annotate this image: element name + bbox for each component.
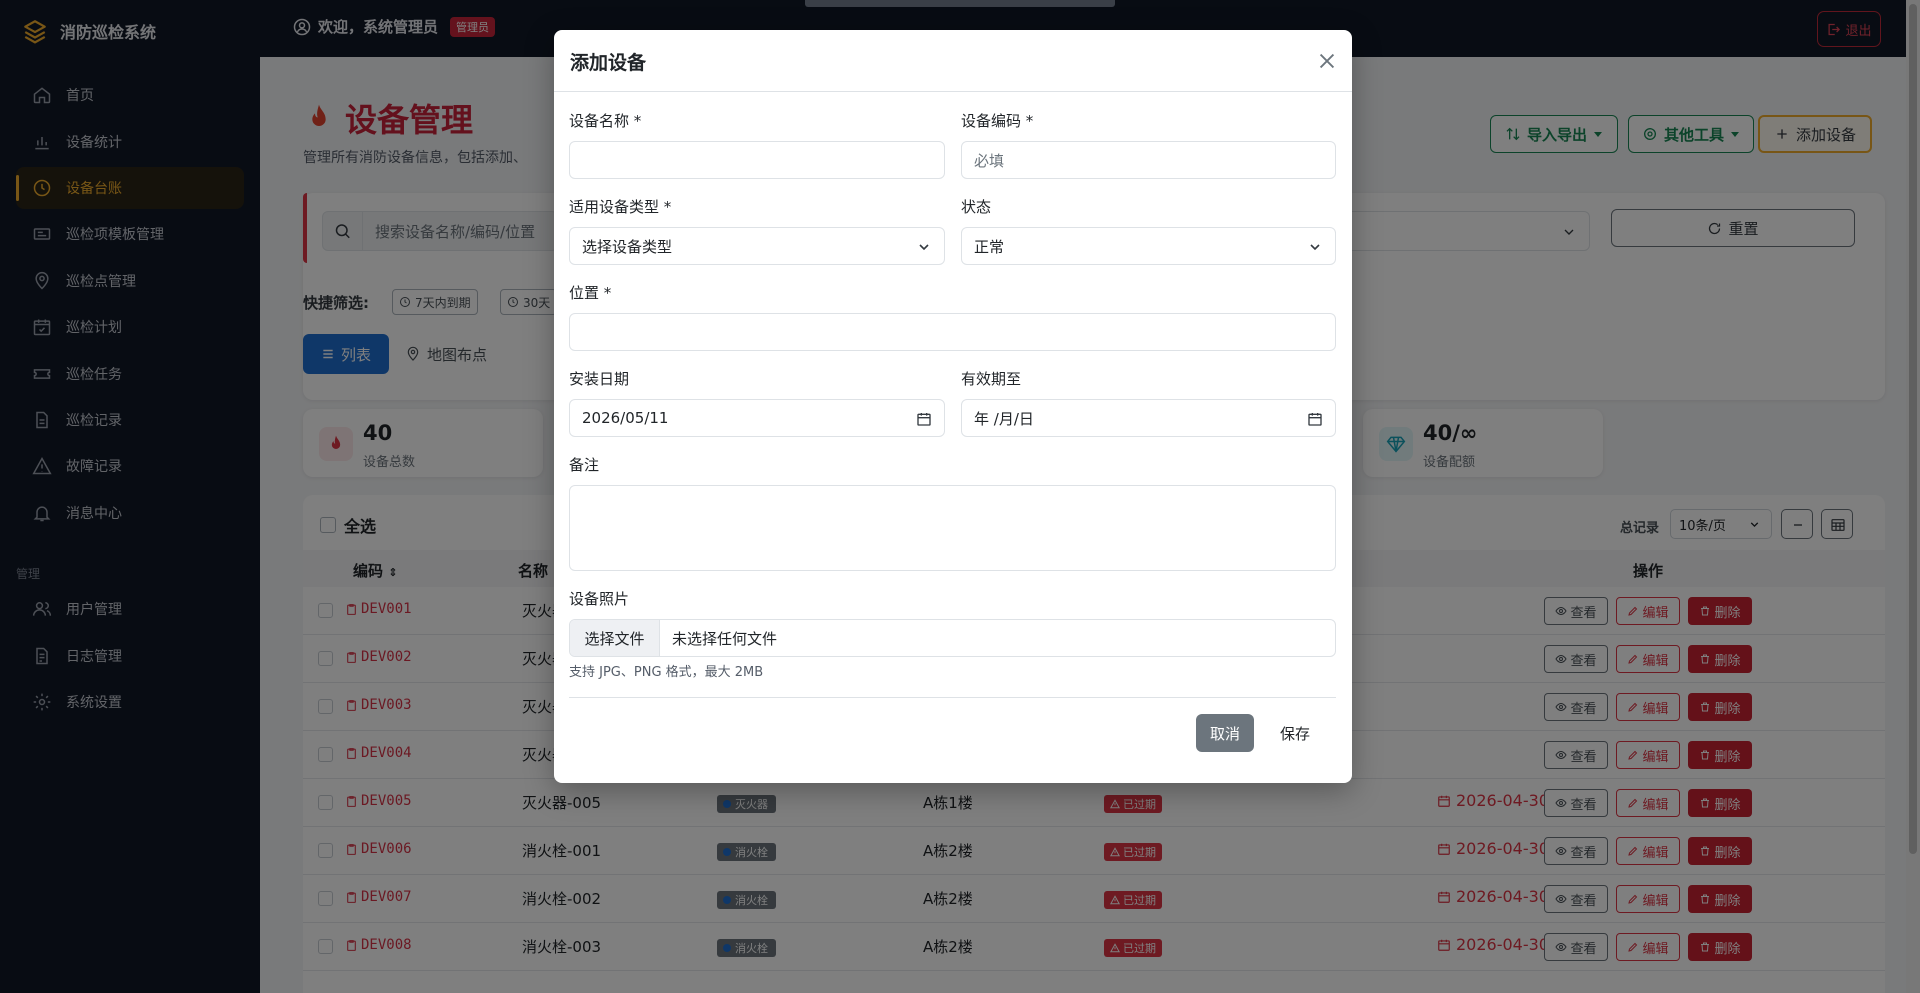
location-input[interactable] (569, 313, 1336, 351)
photo-file-input[interactable]: 选择文件 未选择任何文件 (569, 619, 1336, 657)
device-name-input[interactable] (569, 141, 945, 179)
close-icon[interactable] (1316, 50, 1338, 72)
install-date-label: 安装日期 (569, 370, 630, 388)
calendar-icon[interactable] (1307, 411, 1323, 427)
cancel-button[interactable]: 取消 (1196, 714, 1254, 752)
photo-label: 设备照片 (569, 590, 630, 608)
valid-until-value: 年 /月/日 (974, 409, 1034, 428)
device-code-label: 设备编码 * (961, 112, 1034, 130)
device-code-input[interactable]: 必填 (961, 141, 1336, 179)
device-type-label: 适用设备类型 * (569, 198, 672, 216)
valid-until-input[interactable]: 年 /月/日 (961, 399, 1336, 437)
notes-textarea[interactable] (569, 485, 1336, 571)
photo-hint: 支持 JPG、PNG 格式，最大 2MB (569, 665, 764, 680)
modal-divider (569, 697, 1336, 698)
choose-file-button[interactable]: 选择文件 (570, 620, 660, 656)
chevron-down-icon (916, 239, 932, 255)
calendar-icon[interactable] (916, 411, 932, 427)
status-value: 正常 (974, 237, 1005, 256)
device-name-label: 设备名称 * (569, 112, 642, 130)
device-type-select[interactable]: 选择设备类型 (569, 227, 945, 265)
modal-title: 添加设备 (570, 52, 647, 74)
top-handle (805, 0, 1115, 7)
install-date-input[interactable]: 2026/05/11 (569, 399, 945, 437)
file-status: 未选择任何文件 (672, 629, 778, 648)
install-date-value: 2026/05/11 (582, 409, 669, 427)
save-button[interactable]: 保存 (1266, 714, 1324, 752)
modal-header: 添加设备 (554, 30, 1352, 92)
status-select[interactable]: 正常 (961, 227, 1336, 265)
location-label: 位置 * (569, 284, 612, 302)
status-label: 状态 (961, 198, 992, 216)
add-device-modal: 添加设备 设备名称 * 设备编码 * 必填 适用设备类型 * 选择设备类型 状态… (554, 30, 1352, 783)
device-type-value: 选择设备类型 (582, 237, 673, 256)
notes-label: 备注 (569, 456, 600, 474)
valid-until-label: 有效期至 (961, 370, 1022, 388)
chevron-down-icon (1307, 239, 1323, 255)
